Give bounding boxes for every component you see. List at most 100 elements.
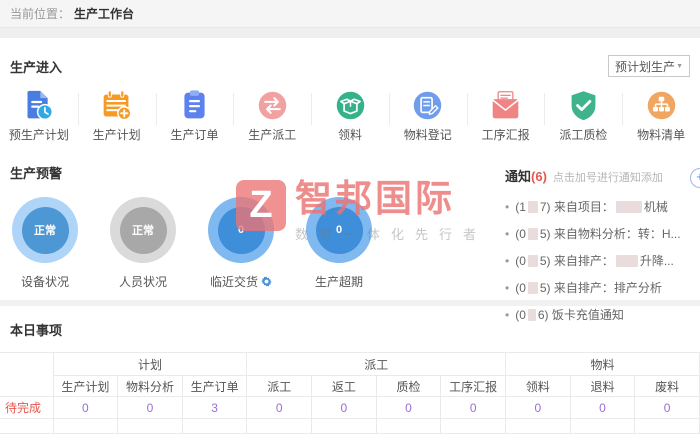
pending-count-cell[interactable]: 0 (375, 396, 442, 419)
alert-indicator[interactable]: 正常 设备状况 (0, 197, 94, 290)
notification-item[interactable]: • (0 5) 来自物料分析：转：H... (505, 225, 691, 242)
section-divider (0, 28, 700, 38)
entry-item-label: 领料 (338, 128, 363, 142)
redacted-text (527, 201, 538, 213)
notifications-list: • (1 7) 来自项目： 机械 • (0 5) 来自物料分析：转：H... • (0 5) 来自… (505, 198, 691, 323)
entry-section-header: 生产进入 预计划生产 ▼ (0, 54, 700, 78)
notification-text: 5) 来自排产： (539, 254, 614, 268)
table-group-header: 派工 (246, 352, 506, 376)
breadcrumb: 当前位置： 生产工作台 (0, 0, 700, 28)
doc-clock-icon (22, 89, 55, 122)
table-column-header: 生产计划 (52, 375, 119, 397)
notifications-panel: 通知 (6) 点击加号进行通知添加 • (1 7) 来自项目： 机械 • (0 5) 来自物… (505, 166, 691, 333)
row-label-pending: 待完成 (0, 396, 54, 419)
entry-item-shield-check[interactable]: 派工质检 (544, 88, 622, 148)
pending-count-cell[interactable]: 0 (569, 396, 636, 419)
table-column-header: 返工 (311, 375, 377, 397)
table-column-header: 派工 (246, 375, 313, 397)
redacted-text (527, 282, 538, 294)
notifications-title: 通知 (505, 169, 532, 184)
entry-item-label: 派工质检 (559, 128, 608, 142)
alert-circle: 正常 (110, 197, 176, 263)
alert-label: 人员状况 (118, 275, 167, 289)
alert-indicator[interactable]: 0 生产超期 (290, 197, 388, 290)
entry-item-label: 物料清单 (637, 128, 686, 142)
chevron-down-icon: ▼ (676, 62, 683, 70)
redacted-text (615, 201, 642, 213)
alert-indicator[interactable]: 0 临近交货 (192, 197, 290, 290)
production-mode-dropdown[interactable]: 预计划生产 ▼ (608, 55, 690, 77)
entry-item-sitemap[interactable]: 物料清单 (622, 88, 700, 148)
pending-count-cell[interactable]: 0 (117, 396, 183, 419)
entry-item-label: 物料登记 (403, 128, 452, 142)
bullet-icon: • (505, 308, 510, 322)
alert-indicator[interactable]: 正常 人员状况 (94, 197, 192, 290)
breadcrumb-current: 生产工作台 (74, 7, 135, 21)
table-group-header: 物料 (504, 352, 700, 376)
pending-count-cell[interactable]: 0 (504, 396, 571, 419)
pending-count-cell[interactable]: 0 (634, 396, 700, 419)
entry-item-label: 生产计划 (92, 128, 141, 142)
notification-text: (0 (515, 281, 526, 295)
entry-item-open-box[interactable]: 领料 (311, 88, 389, 148)
alerts-section-title: 生产预警 (10, 166, 63, 181)
entry-item-label: 生产订单 (170, 128, 219, 142)
table-group-header-row: 计划 派工 物料 (0, 352, 700, 397)
notification-item[interactable]: • (0 6) 饭卡充值通知 (505, 306, 691, 323)
entry-item-doc-pen[interactable]: 物料登记 (388, 88, 467, 148)
pending-count-cell[interactable]: 3 (181, 396, 248, 419)
doc-pen-icon (411, 89, 444, 122)
alerts-row: 正常 设备状况 正常 人员状况 0 临近交货 0 生产超期 (0, 197, 388, 290)
alert-circle: 0 (306, 197, 372, 263)
production-workbench-page: { "breadcrumb": { "label": "当前位置：", "cur… (0, 0, 700, 434)
notification-text: 机械 (643, 200, 668, 214)
notification-text: 升降... (639, 254, 674, 268)
entry-item-doc-clock[interactable]: 预生产计划 (0, 88, 78, 148)
entry-items: 预生产计划 生产计划 生产订单 生产派工 领料 物料登记 工序汇报 派工质检 物料清单 (0, 88, 700, 148)
alert-label: 生产超期 (314, 275, 363, 289)
notification-text: (0 (515, 308, 526, 322)
notification-text: 6) 饭卡充值通知 (537, 308, 624, 322)
table-row: 待完成 0 0 3 0 0 0 0 0 0 0 (0, 396, 700, 419)
table-column-header: 工序汇报 (440, 375, 506, 397)
today-table: 计划 派工 物料 生产计划 物料分析 生产订单 派工 返工 质检 工序汇报 领料 退料 废料 待完成 0 0… (0, 352, 700, 434)
table-column-header: 生产订单 (181, 375, 248, 397)
table-corner-cell (0, 352, 54, 397)
sitemap-icon (645, 89, 678, 122)
alert-circle: 正常 (12, 197, 78, 263)
notification-text: (0 (515, 254, 526, 268)
entry-item-envelope-report[interactable]: 工序汇报 (466, 88, 545, 148)
shield-check-icon (567, 89, 600, 122)
entry-item-label: 工序汇报 (481, 128, 530, 142)
notification-text: 5) 来自排产：排产分析 (539, 281, 662, 295)
alert-value: 0 (315, 206, 363, 254)
notification-text: (1 (515, 200, 526, 214)
bullet-icon: • (505, 254, 510, 268)
table-row-clipped (0, 418, 700, 434)
swap-arrows-icon (256, 89, 289, 122)
notification-item[interactable]: • (1 7) 来自项目： 机械 (505, 198, 691, 215)
entry-item-clipboard[interactable]: 生产订单 (155, 88, 234, 148)
breadcrumb-label: 当前位置： (10, 7, 71, 21)
notification-item[interactable]: • (0 5) 来自排产： 升降... (505, 252, 691, 269)
pending-count-cell[interactable]: 0 (246, 396, 313, 419)
alert-circle: 0 (208, 197, 274, 263)
notifications-count: (6) (531, 169, 547, 184)
alert-value: 正常 (21, 206, 69, 254)
bullet-icon: • (505, 200, 510, 214)
table-column-header: 领料 (504, 375, 571, 397)
gear-icon[interactable] (261, 276, 272, 287)
entry-item-swap-arrows[interactable]: 生产派工 (233, 88, 311, 148)
pending-count-cell[interactable]: 0 (440, 396, 506, 419)
notification-item[interactable]: • (0 5) 来自排产：排产分析 (505, 279, 691, 296)
dropdown-value: 预计划生产 (615, 59, 676, 74)
entry-section-title: 生产进入 (10, 59, 63, 75)
alert-value: 0 (217, 206, 265, 254)
table-column-header: 废料 (634, 375, 700, 397)
pending-count-cell[interactable]: 0 (311, 396, 377, 419)
pending-count-cell[interactable]: 0 (52, 396, 119, 419)
table-column-header: 质检 (375, 375, 442, 397)
notification-text: 7) 来自项目： (539, 200, 614, 214)
alert-label: 设备状况 (20, 275, 69, 289)
entry-item-calendar-plus[interactable]: 生产计划 (77, 88, 156, 148)
